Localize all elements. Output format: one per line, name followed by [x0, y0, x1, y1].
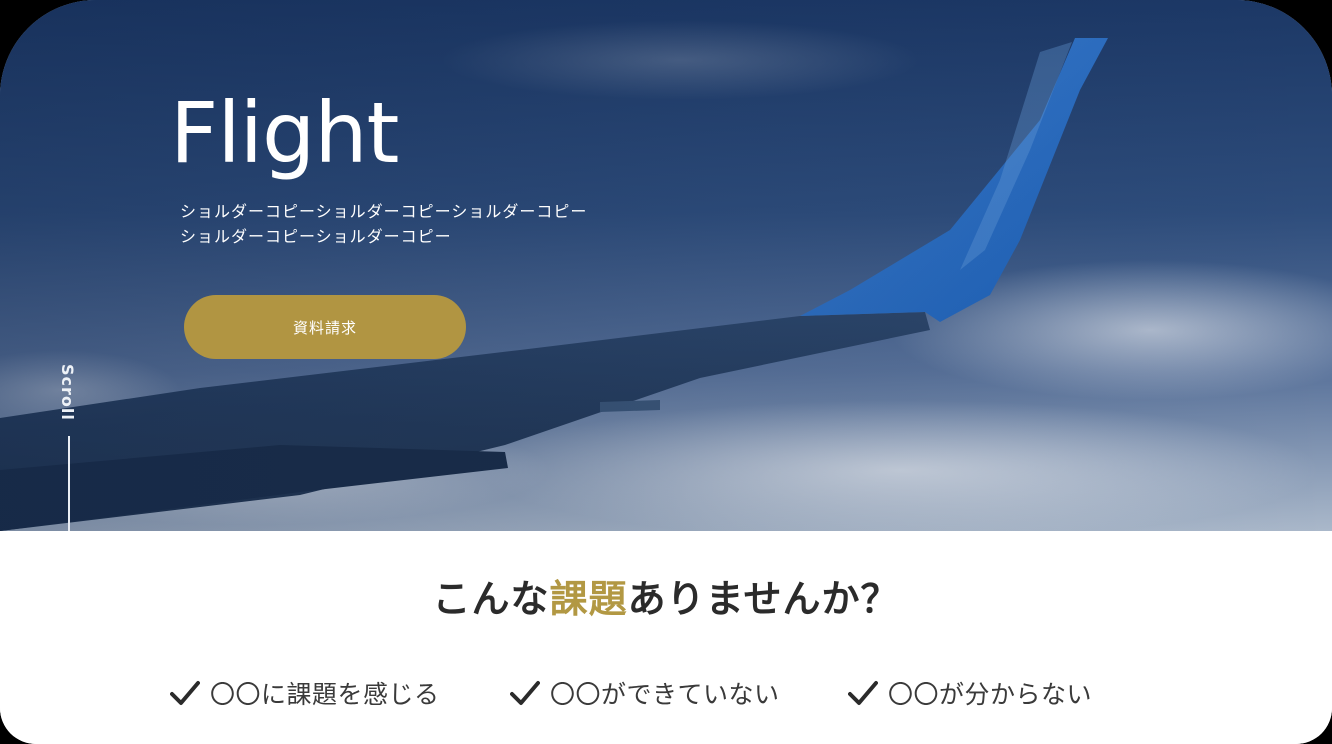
problem-item: 〇〇が分からない [848, 671, 1092, 715]
problems-section: こんな課題ありませんか？ 〇〇に課題を感じる 〇〇ができていない 〇〇が分からな… [0, 531, 1332, 744]
problem-item: 〇〇に課題を感じる [170, 671, 440, 715]
check-icon [510, 681, 540, 705]
problems-heading: こんな課題ありませんか？ [0, 571, 1332, 627]
check-icon [848, 681, 878, 705]
scroll-line [68, 436, 70, 531]
page-frame: Flight ショルダーコピーショルダーコピーショルダーコピー ショルダーコピー… [0, 0, 1332, 744]
scroll-label: Scroll [58, 364, 77, 421]
request-materials-button[interactable]: 資料請求 [184, 295, 466, 359]
problem-item-text: 〇〇が分からない [888, 680, 1093, 709]
problems-heading-before: こんな [432, 577, 550, 621]
problem-item-text: 〇〇ができていない [550, 680, 780, 709]
check-icon [170, 681, 200, 705]
problems-heading-after: ありませんか？ [627, 577, 900, 621]
hero-subtitle-line: ショルダーコピーショルダーコピー [180, 227, 452, 246]
problems-check-list: 〇〇に課題を感じる 〇〇ができていない 〇〇が分からない [0, 671, 1332, 715]
scroll-indicator[interactable]: Scroll [55, 360, 85, 531]
hero-title: Flight [170, 84, 399, 182]
hero-subtitle: ショルダーコピーショルダーコピーショルダーコピー ショルダーコピーショルダーコピ… [180, 199, 620, 249]
problems-heading-accent: 課題 [549, 577, 628, 621]
hero-section: Flight ショルダーコピーショルダーコピーショルダーコピー ショルダーコピー… [0, 0, 1332, 531]
problem-item: 〇〇ができていない [510, 671, 780, 715]
hero-subtitle-line: ショルダーコピーショルダーコピーショルダーコピー [180, 202, 588, 221]
problem-item-text: 〇〇に課題を感じる [210, 680, 440, 709]
